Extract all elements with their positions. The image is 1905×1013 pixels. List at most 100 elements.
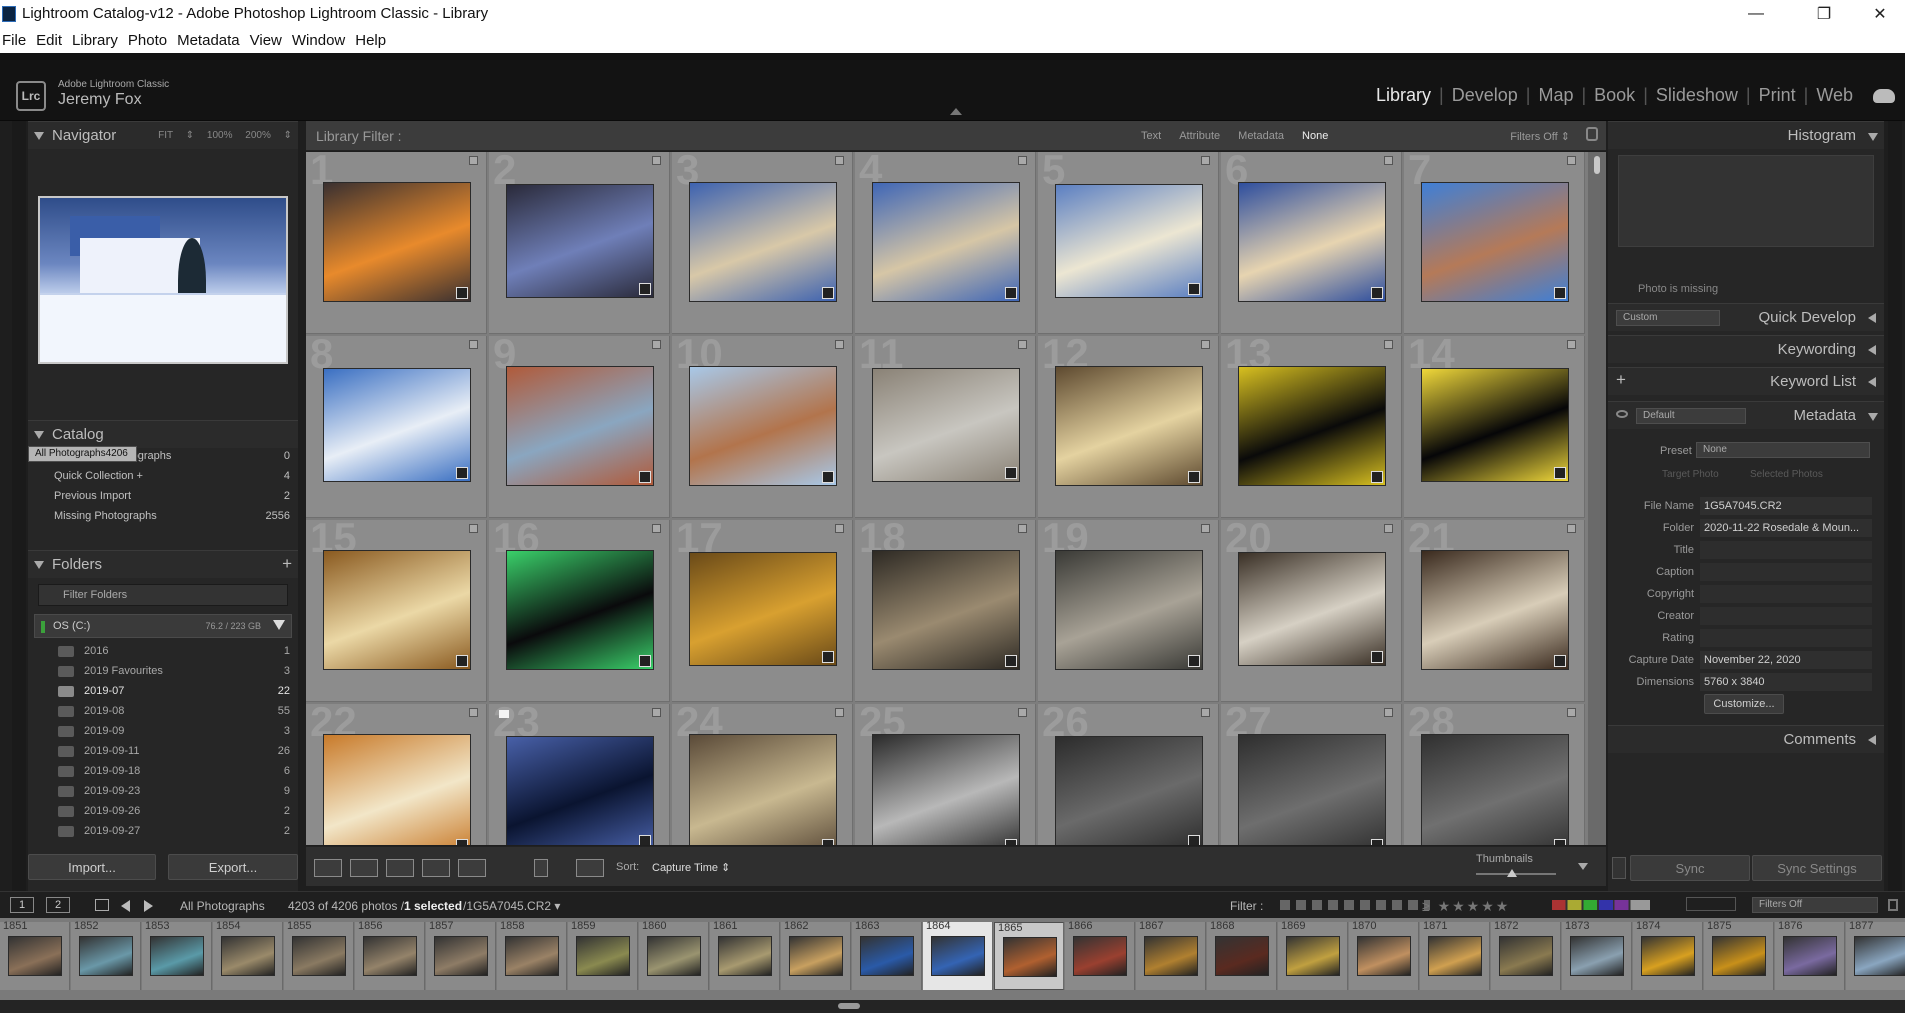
photo-thumbnail[interactable]	[871, 182, 1020, 302]
frame-thumbnail[interactable]	[718, 936, 772, 976]
screen-2-button[interactable]: 2	[46, 897, 70, 913]
kind-filter-icons[interactable]	[1686, 897, 1736, 911]
restore-button[interactable]: ❐	[1796, 0, 1852, 27]
photo-thumbnail[interactable]	[1237, 734, 1386, 845]
frame-thumbnail[interactable]	[1144, 936, 1198, 976]
cell-badge-icon[interactable]	[652, 524, 661, 533]
metadata-field-value[interactable]	[1700, 607, 1872, 625]
grid-cell[interactable]: 9	[489, 336, 670, 518]
frame-thumbnail[interactable]	[1003, 937, 1057, 977]
grid-cell[interactable]: 17	[672, 520, 853, 702]
filter-attribute[interactable]: Attribute	[1179, 130, 1220, 142]
slider-handle-icon[interactable]	[1507, 869, 1517, 877]
menu-view[interactable]: View	[247, 32, 289, 49]
frame-thumbnail[interactable]	[1428, 936, 1482, 976]
cell-badge-icon[interactable]	[1384, 156, 1393, 165]
module-book[interactable]: Book	[1586, 85, 1643, 106]
filter-metadata[interactable]: Metadata	[1238, 130, 1284, 142]
cell-badge-icon[interactable]	[469, 524, 478, 533]
sync-button[interactable]: Sync	[1630, 855, 1750, 881]
grid-cell[interactable]: 11	[855, 336, 1036, 518]
filmstrip-frame[interactable]: 1872	[1491, 920, 1561, 990]
frame-thumbnail[interactable]	[1215, 936, 1269, 976]
module-print[interactable]: Print	[1751, 85, 1804, 106]
photo-thumbnail[interactable]	[505, 550, 654, 670]
filmstrip-scroll-thumb[interactable]	[838, 1003, 860, 1009]
filmstrip-frame[interactable]: 1853	[142, 920, 212, 990]
metadata-field-value[interactable]	[1700, 585, 1872, 603]
catalog-item[interactable]: Quick Collection + 4	[28, 466, 298, 486]
menu-library[interactable]: Library	[69, 32, 125, 49]
add-keyword-icon[interactable]: +	[1616, 370, 1626, 390]
module-develop[interactable]: Develop	[1444, 85, 1526, 106]
filmstrip-frame[interactable]: 1870	[1349, 920, 1419, 990]
photo-thumbnail[interactable]	[1237, 182, 1386, 302]
metadata-field-value[interactable]	[1700, 563, 1872, 581]
folder-item[interactable]: 2019-09-18 6	[28, 761, 298, 781]
metadata-field-value[interactable]: 5760 x 3840	[1700, 673, 1872, 691]
metadata-header[interactable]: Default Metadata	[1608, 401, 1884, 429]
photo-thumbnail[interactable]	[871, 734, 1020, 845]
grid-cell[interactable]: 2	[489, 152, 670, 334]
export-button[interactable]: Export...	[168, 854, 298, 880]
frame-thumbnail[interactable]	[647, 936, 701, 976]
sync-settings-button[interactable]: Sync Settings	[1752, 855, 1882, 881]
filmstrip-frame[interactable]: 1857	[426, 920, 496, 990]
grid-cell[interactable]: 16	[489, 520, 670, 702]
frame-thumbnail[interactable]	[1641, 936, 1695, 976]
frame-thumbnail[interactable]	[1357, 936, 1411, 976]
star-rating-filter[interactable]: ≥ ★★★★★	[1422, 898, 1510, 915]
module-library[interactable]: Library	[1368, 85, 1439, 106]
frame-thumbnail[interactable]	[576, 936, 630, 976]
filmstrip-frame[interactable]: 1860	[639, 920, 709, 990]
photo-thumbnail[interactable]	[1054, 184, 1203, 298]
menu-edit[interactable]: Edit	[33, 32, 69, 49]
import-button[interactable]: Import...	[28, 854, 156, 880]
menu-file[interactable]: File	[0, 32, 33, 49]
zoom-100[interactable]: 100%	[207, 130, 233, 141]
folders-header[interactable]: Folders +	[28, 550, 298, 578]
cloud-icon[interactable]	[1873, 89, 1895, 103]
filmstrip-frame[interactable]: 1866	[1065, 920, 1135, 990]
filmstrip-frame[interactable]: 1861	[710, 920, 780, 990]
photo-thumbnail[interactable]	[322, 550, 471, 670]
frame-thumbnail[interactable]	[1073, 936, 1127, 976]
filmstrip-frame[interactable]: 1856	[355, 920, 425, 990]
frame-thumbnail[interactable]	[292, 936, 346, 976]
photo-thumbnail[interactable]	[1420, 734, 1569, 845]
cell-badge-icon[interactable]	[1384, 524, 1393, 533]
filmstrip-frame[interactable]: 1864	[923, 920, 993, 990]
catalog-item[interactable]: All Photographs 4206	[28, 446, 137, 462]
photo-thumbnail[interactable]	[1237, 366, 1386, 486]
photo-thumbnail[interactable]	[871, 550, 1020, 670]
photo-thumbnail[interactable]	[505, 736, 654, 845]
grid-cell[interactable]: 28	[1404, 704, 1585, 845]
folder-item[interactable]: 2019-09-23 9	[28, 781, 298, 801]
photo-thumbnail[interactable]	[1420, 550, 1569, 670]
navigator-zoom-options[interactable]: FIT ⇕ 100% 200% ⇕	[158, 130, 292, 141]
frame-thumbnail[interactable]	[150, 936, 204, 976]
cell-badge-icon[interactable]	[1201, 708, 1210, 717]
menu-metadata[interactable]: Metadata	[174, 32, 247, 49]
quick-develop-preset-dropdown[interactable]: Custom	[1616, 310, 1720, 326]
eye-icon[interactable]	[1616, 410, 1628, 418]
frame-thumbnail[interactable]	[434, 936, 488, 976]
photo-thumbnail[interactable]	[1054, 366, 1203, 486]
filmstrip-frame[interactable]: 1875	[1704, 920, 1774, 990]
scroll-thumb[interactable]	[1594, 156, 1600, 174]
folder-item[interactable]: 2019-09-27 2	[28, 821, 298, 841]
photo-thumbnail[interactable]	[688, 734, 837, 845]
frame-thumbnail[interactable]	[363, 936, 417, 976]
frame-thumbnail[interactable]	[221, 936, 275, 976]
photo-thumbnail[interactable]	[688, 182, 837, 302]
selected-photos-option[interactable]: Selected Photos	[1750, 469, 1823, 480]
target-photo-option[interactable]: Target Photo	[1662, 469, 1719, 480]
grid-cell[interactable]: 14	[1404, 336, 1585, 518]
module-web[interactable]: Web	[1808, 85, 1861, 106]
photo-thumbnail[interactable]	[1420, 368, 1569, 482]
people-view-icon[interactable]	[458, 859, 486, 877]
zoom-200[interactable]: 200% ⇕	[245, 130, 292, 141]
filmstrip-frame[interactable]: 1877	[1846, 920, 1905, 990]
grid-cell[interactable]: 19	[1038, 520, 1219, 702]
module-slideshow[interactable]: Slideshow	[1648, 85, 1746, 106]
